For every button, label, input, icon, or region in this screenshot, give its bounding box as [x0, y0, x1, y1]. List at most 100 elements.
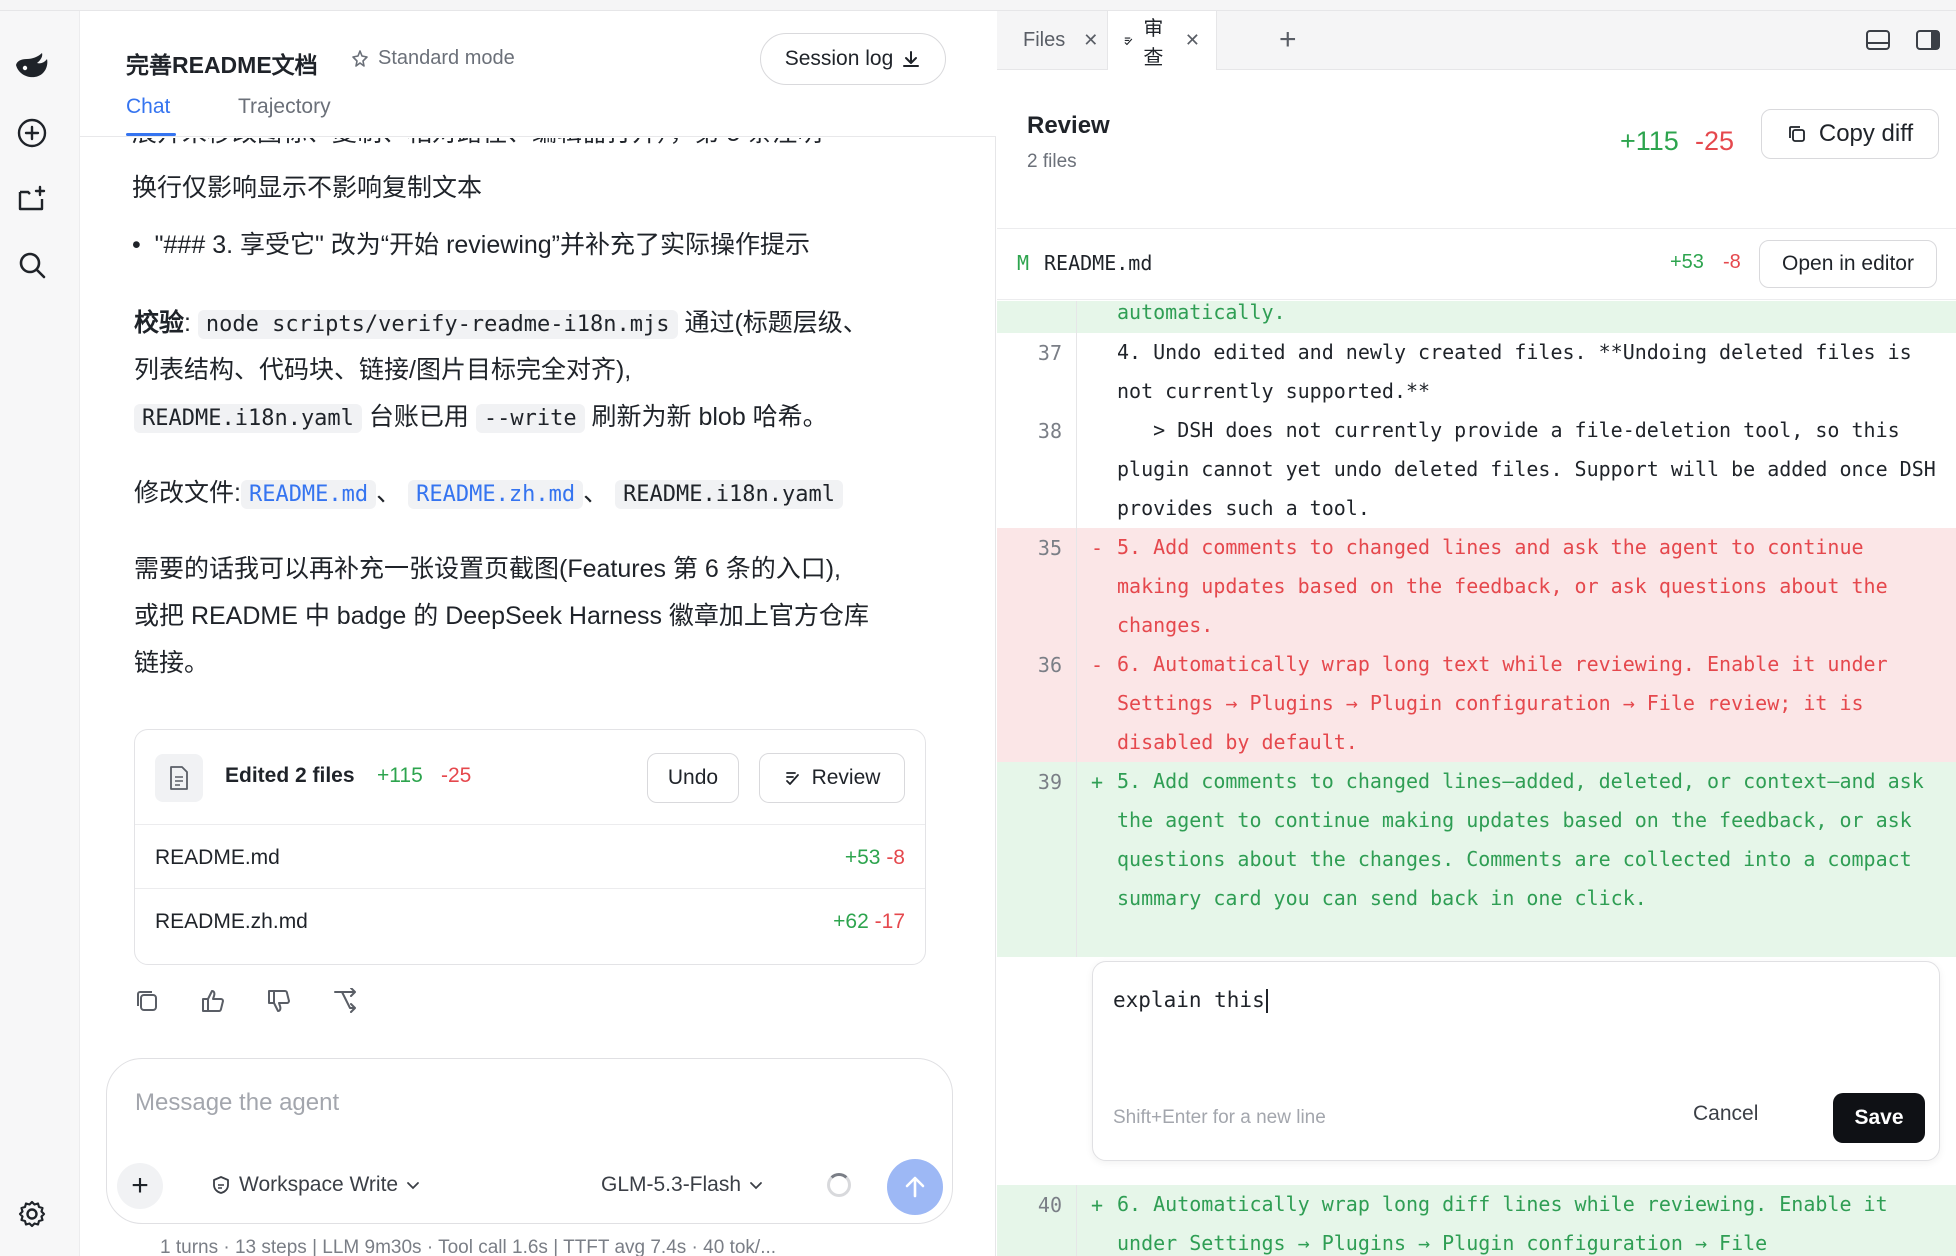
open-in-editor-button[interactable]: Open in editor	[1759, 240, 1937, 288]
panel-right-icon[interactable]	[1915, 29, 1941, 51]
inline-code: node scripts/verify-readme-i18n.mjs	[197, 310, 678, 339]
copy-diff-label: Copy diff	[1818, 120, 1914, 147]
tab-active-indicator	[126, 133, 176, 136]
bullet-item: • "### 3. 享受它" 改为“开始 reviewing”并补充了实际操作提…	[132, 222, 810, 269]
panel-tab-bar: Files ✕ 审查 ✕ +	[997, 11, 1956, 70]
session-stats: 1 turns · 13 steps | LLM 9m30s · Tool ca…	[160, 1237, 777, 1256]
tab-review[interactable]: 审查 ✕	[1107, 11, 1217, 70]
save-button[interactable]: Save	[1833, 1093, 1925, 1143]
line-number: 35	[1037, 536, 1062, 560]
arrow-up-icon	[905, 1176, 925, 1198]
copy-icon[interactable]	[132, 986, 162, 1016]
line-gutter: 40	[997, 1185, 1077, 1256]
thumbs-up-icon[interactable]	[198, 986, 228, 1016]
attach-button[interactable]: +	[117, 1163, 163, 1209]
tab-trajectory[interactable]: Trajectory	[238, 95, 331, 119]
workspace-permission-select[interactable]: Workspace Write	[211, 1173, 420, 1197]
diff-line[interactable]: 36 - 6. Automatically wrap long text whi…	[997, 645, 1956, 762]
bullet-text: "### 3. 享受它" 改为“开始 reviewing”并补充了实际操作提示	[154, 231, 811, 259]
comment-input[interactable]: explain this	[1113, 988, 1268, 1013]
cancel-button[interactable]: Cancel	[1693, 1102, 1758, 1126]
message-composer[interactable]: Message the agent + Workspace Write GLM-…	[106, 1058, 953, 1224]
file-name: README.md	[155, 846, 280, 869]
edited-file-row[interactable]: README.zh.md +62 -17	[135, 890, 925, 953]
review-button[interactable]: Review	[759, 753, 905, 803]
message-input[interactable]: Message the agent	[135, 1089, 339, 1117]
loading-spinner-icon	[827, 1173, 851, 1197]
separator: 、	[376, 479, 402, 507]
text-caret	[1265, 989, 1268, 1013]
line-gutter: 37	[997, 333, 1077, 411]
diff-line[interactable]: 35 - 5. Add comments to changed lines an…	[997, 528, 1956, 645]
diff-text: 6. Automatically wrap long diff lines wh…	[1117, 1192, 1900, 1255]
session-log-button[interactable]: Session log	[760, 33, 946, 85]
search-icon[interactable]	[12, 245, 52, 285]
left-rail	[0, 11, 80, 1256]
settings-gear-icon[interactable]	[12, 1194, 52, 1234]
send-button[interactable]	[887, 1159, 943, 1215]
tab-files[interactable]: Files ✕	[997, 11, 1107, 70]
chat-header: 完善README文档 Standard mode Session log Cha…	[80, 11, 996, 137]
review-deletions: -25	[1695, 126, 1735, 156]
tab-files-label: Files	[1023, 29, 1066, 51]
diff-line[interactable]: 38 > DSH does not currently provide a fi…	[997, 411, 1956, 528]
message-line: 换行仅影响显示不影响复制文本	[132, 174, 483, 202]
review-label: Review	[811, 766, 881, 789]
message-line: 展开末移改图标、复制、相对路径、编辑器打开），第 5 条注明	[132, 138, 822, 157]
close-icon[interactable]: ✕	[1185, 30, 1200, 51]
line-gutter: 39	[997, 762, 1077, 957]
deletions-count: -25	[441, 764, 472, 787]
file-link-readme-md[interactable]: README.md	[240, 480, 377, 509]
diff-file-name: README.md	[1044, 251, 1153, 275]
line-gutter: 38	[997, 411, 1077, 528]
branch-icon[interactable]	[330, 986, 360, 1016]
diff-text: automatically.	[1117, 301, 1286, 324]
new-chat-icon[interactable]	[12, 113, 52, 153]
thumbs-down-icon[interactable]	[264, 986, 294, 1016]
line-number: 38	[1037, 419, 1062, 443]
diff-line[interactable]: 39 + 5. Add comments to changed lines—ad…	[997, 762, 1956, 957]
diff-marker: -	[1091, 536, 1104, 560]
modified-files-line: 修改文件: README.md、 README.zh.md、 README.i18…	[134, 470, 843, 518]
document-icon	[155, 754, 203, 802]
panel-bottom-icon[interactable]	[1865, 29, 1891, 51]
diff-line[interactable]: 40 + 6. Automatically wrap long diff lin…	[997, 1185, 1956, 1256]
tab-chat[interactable]: Chat	[126, 95, 170, 119]
close-icon[interactable]: ✕	[1083, 30, 1098, 51]
add-tab-button[interactable]: +	[1279, 23, 1297, 57]
inline-code: README.i18n.yaml	[134, 404, 362, 433]
diff-marker: -	[1091, 653, 1104, 677]
chevron-down-icon	[750, 1182, 762, 1190]
file-stats: +53 -8	[845, 846, 905, 870]
file-deletions: -17	[874, 910, 905, 933]
app-logo-icon[interactable]	[12, 47, 52, 87]
diff-marker: +	[1091, 1193, 1104, 1217]
diff-text: > DSH does not currently provide a file-…	[1117, 418, 1948, 520]
diff-line[interactable]: automatically.	[997, 301, 1956, 333]
new-project-icon[interactable]	[12, 179, 52, 219]
verify-line-3: README.i18n.yaml 台账已用 --write 刷新为新 blob …	[134, 394, 828, 442]
copy-diff-button[interactable]: Copy diff	[1761, 109, 1939, 159]
chat-panel: 完善README文档 Standard mode Session log Cha…	[80, 11, 1074, 1256]
line-gutter	[997, 301, 1077, 333]
model-select[interactable]: GLM-5.3-Flash	[601, 1173, 763, 1197]
edited-file-row[interactable]: README.md +53 -8	[135, 826, 925, 889]
paragraph-line: 或把 README 中 badge 的 DeepSeek Harness 徽章加…	[134, 602, 869, 630]
review-icon	[785, 772, 799, 785]
review-additions: +115	[1620, 126, 1679, 156]
edited-files-title: Edited 2 files	[225, 764, 355, 787]
download-icon	[903, 51, 920, 67]
review-file-count: 2 files	[1027, 151, 1077, 172]
bullet-dot: •	[132, 231, 155, 259]
undo-button[interactable]: Undo	[647, 753, 739, 803]
diff-line[interactable]: 37 4. Undo edited and newly created file…	[997, 333, 1956, 411]
file-stats: +62 -17	[833, 910, 905, 934]
line-number: 36	[1037, 653, 1062, 677]
mode-icon	[352, 49, 368, 67]
verify-text: 刷新为新 blob 哈希。	[591, 403, 828, 431]
mode-indicator: Standard mode	[350, 47, 515, 70]
shield-icon	[213, 1176, 229, 1194]
line-comment-box[interactable]: explain this Shift+Enter for a new line …	[1092, 961, 1940, 1161]
file-link-readme-zh-md[interactable]: README.zh.md	[408, 480, 584, 509]
edited-files-header: Edited 2 files +115 -25 Undo Review	[135, 730, 925, 825]
